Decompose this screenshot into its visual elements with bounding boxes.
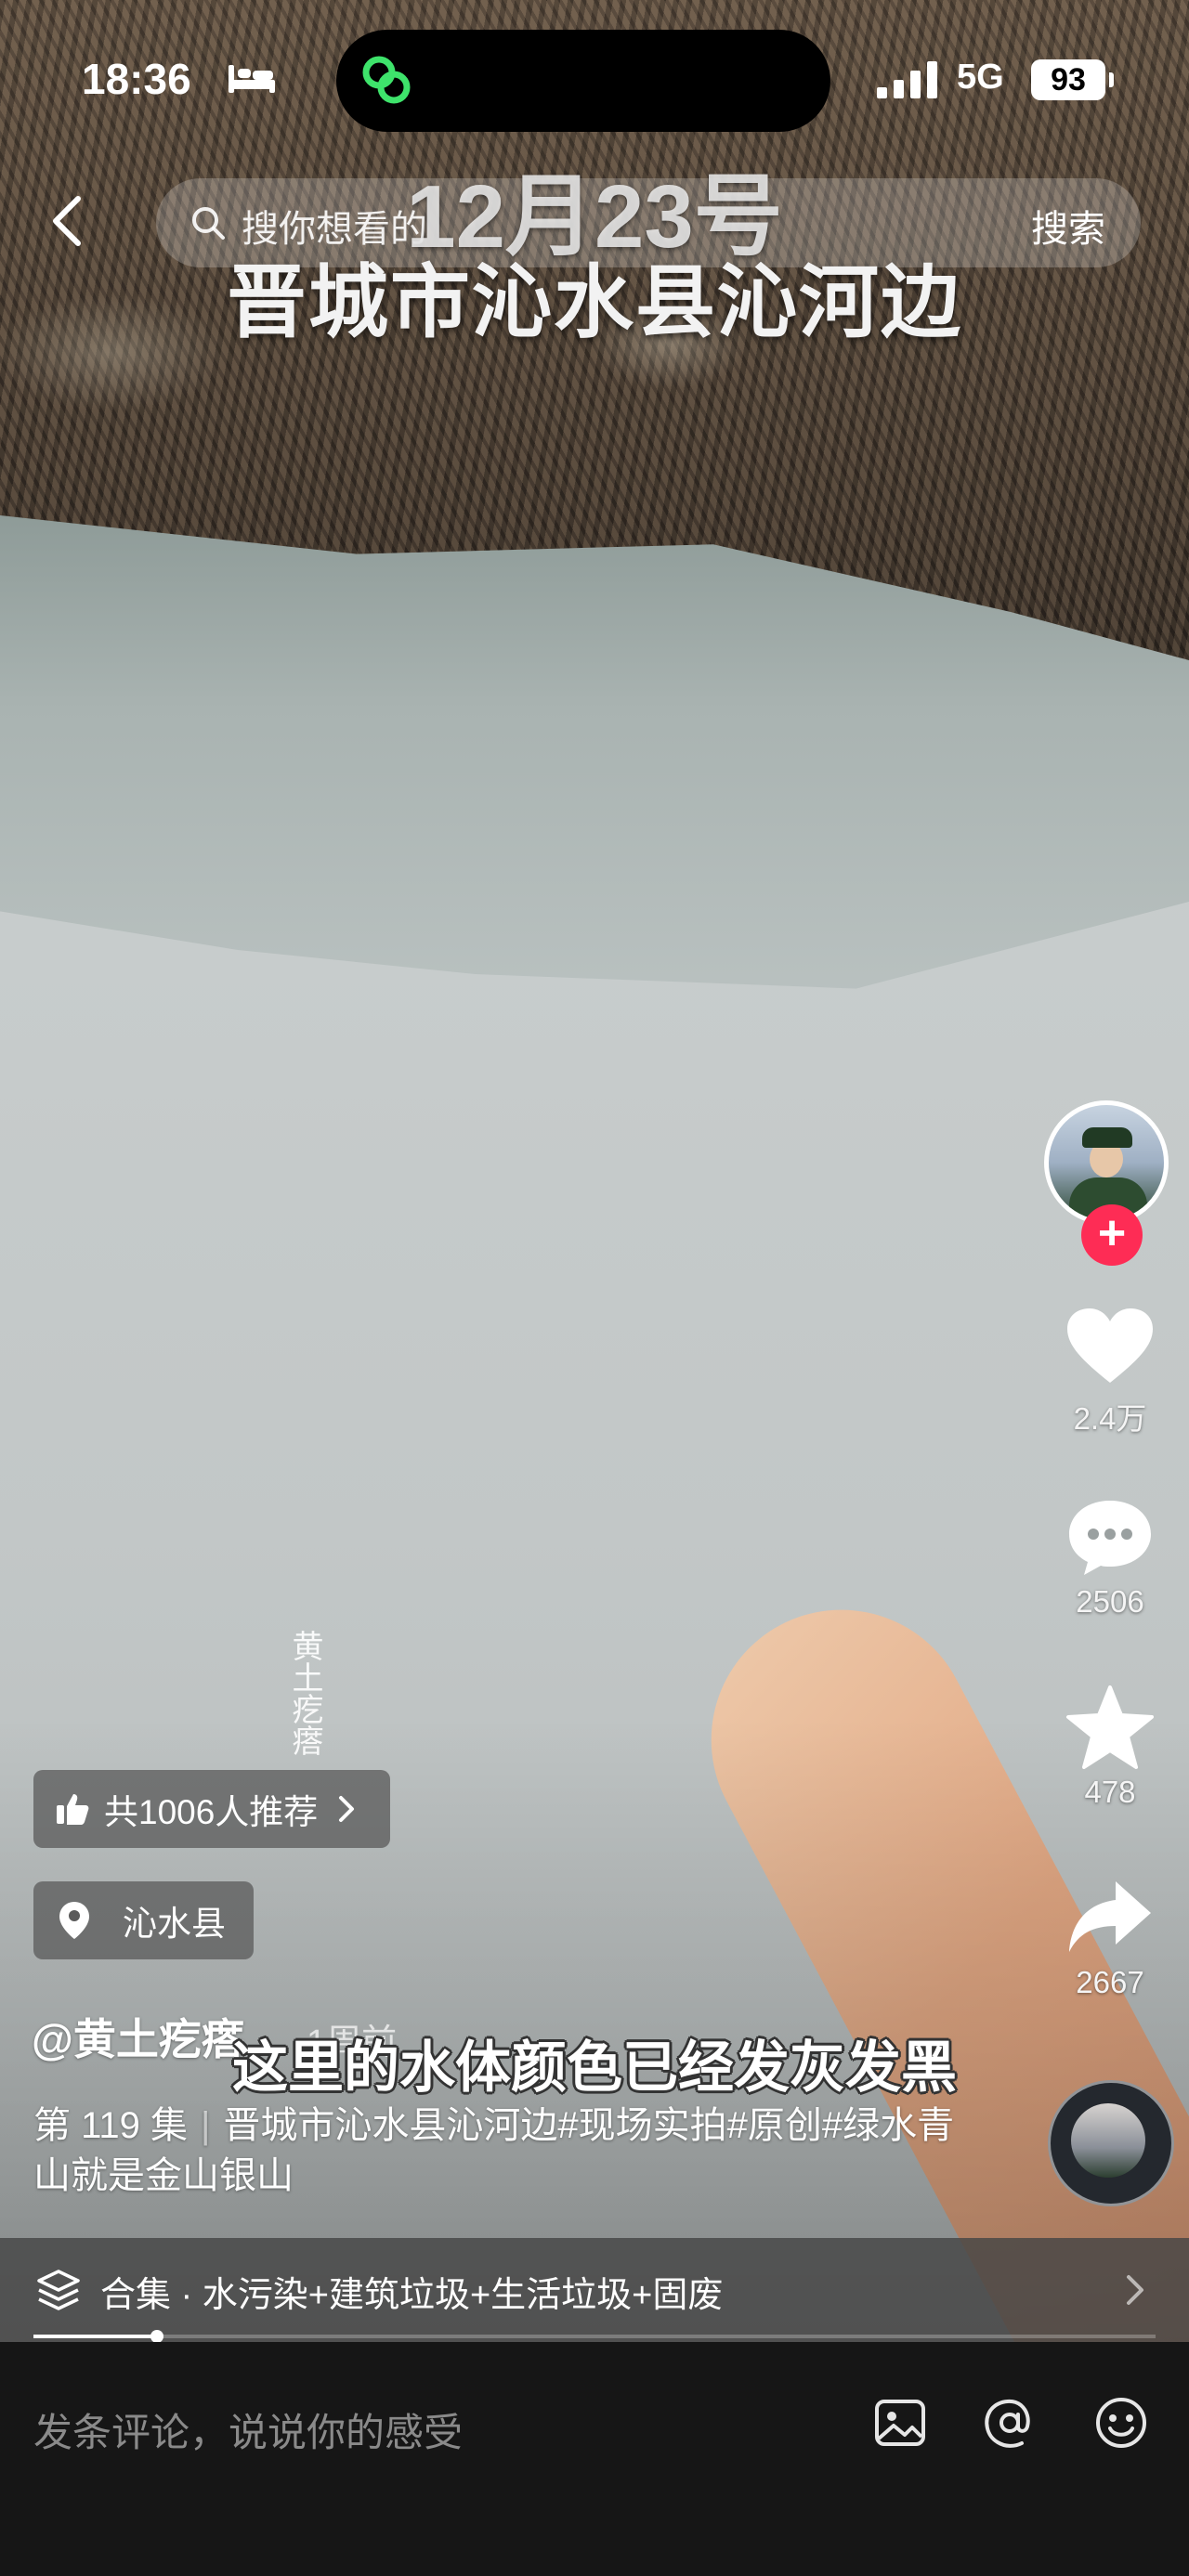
comment-bar: 发条评论，说说你的感受 xyxy=(0,2342,1189,2576)
recommend-pill[interactable]: 共1006人推荐 xyxy=(33,1770,391,1848)
chevron-right-icon xyxy=(1127,2275,1143,2305)
favorite-count: 478 xyxy=(1084,1775,1136,1809)
chevron-right-icon xyxy=(339,1796,355,1822)
link-app-icon xyxy=(362,56,411,104)
star-icon xyxy=(1066,1685,1154,1769)
desc-separator: | xyxy=(201,2105,211,2146)
avatar-figure-cap xyxy=(1082,1127,1132,1148)
progress-fill xyxy=(33,2335,157,2338)
network-type: 5G xyxy=(957,58,1004,97)
share-count: 2667 xyxy=(1076,1965,1144,1999)
location-pill[interactable]: 沁水县 xyxy=(33,1881,254,1959)
mention-icon[interactable] xyxy=(981,2394,1039,2452)
share-arrow-icon xyxy=(1069,1881,1151,1952)
location-label: 沁水县 xyxy=(123,1905,226,1943)
video-caption-place: 晋城市沁水县沁河边 xyxy=(227,258,962,347)
comment-button[interactable]: 2506 xyxy=(1040,1495,1180,1620)
video-subtitle: 这里的水体颜色已经发灰发黑 xyxy=(232,2036,957,2099)
sleep-focus-icon xyxy=(229,65,275,93)
status-time: 18:36 xyxy=(82,55,191,103)
episode-number: 第 119 集 xyxy=(33,2105,188,2146)
favorite-button[interactable]: 478 xyxy=(1040,1685,1180,1810)
follow-plus-button[interactable]: + xyxy=(1081,1204,1143,1266)
collection-label: 合集 · 水污染+建筑垃圾+生活垃圾+固废 xyxy=(100,2276,724,2315)
cellular-signal-icon xyxy=(877,61,937,98)
music-disc-cover xyxy=(1071,2103,1145,2178)
share-button[interactable]: 2667 xyxy=(1040,1876,1180,2000)
emoji-icon[interactable] xyxy=(1092,2394,1150,2452)
video-watermark: 黄土疙瘩 xyxy=(287,1630,322,1756)
comment-input[interactable]: 发条评论，说说你的感受 xyxy=(33,2401,463,2458)
progress-knob[interactable] xyxy=(150,2330,163,2343)
like-button[interactable]: 2.4万 xyxy=(1040,1305,1180,1438)
layers-icon xyxy=(37,2270,80,2310)
status-bar: 18:36 5G 93 xyxy=(0,0,1189,149)
like-count: 2.4万 xyxy=(1073,1401,1147,1436)
recommend-label: 共1006人推荐 xyxy=(104,1793,319,1831)
collection-bar[interactable]: 合集 · 水污染+建筑垃圾+生活垃圾+固废 xyxy=(0,2238,1189,2342)
dynamic-island xyxy=(336,30,830,132)
video-progress-bar[interactable] xyxy=(33,2330,1156,2343)
video-description[interactable]: 第 119 集 | 晋城市沁水县沁河边#现场实拍#原创#绿水青山就是金山银山 xyxy=(33,2101,981,2201)
comment-bubble-icon xyxy=(1069,1501,1151,1575)
location-pin-icon xyxy=(59,1902,89,1939)
heart-icon xyxy=(1067,1308,1153,1383)
thumbs-up-icon xyxy=(57,1794,89,1825)
comment-count: 2506 xyxy=(1076,1584,1144,1619)
battery-indicator: 93 xyxy=(1031,59,1114,100)
image-picker-icon[interactable] xyxy=(871,2394,929,2452)
